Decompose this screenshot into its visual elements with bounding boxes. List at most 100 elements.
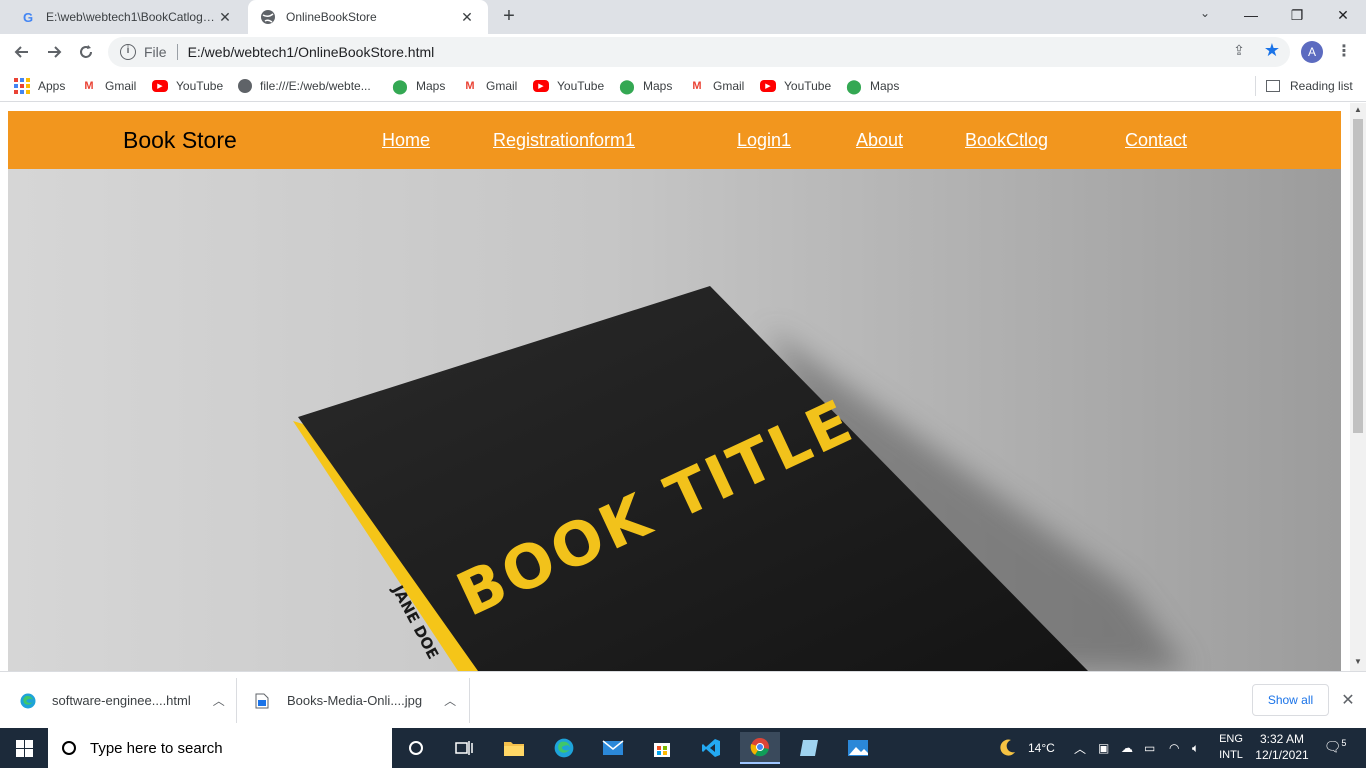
maps-icon: ⬤	[619, 77, 635, 94]
minimize-button[interactable]: —	[1228, 0, 1274, 30]
tray-overflow-chevron-icon[interactable]: ︿	[1074, 728, 1086, 768]
nav-link-registrationform1[interactable]: Registrationform1	[493, 130, 635, 151]
download-item-jpg[interactable]: Books-Media-Onli....jpg ︿	[255, 672, 456, 729]
chrome-icon[interactable]	[740, 732, 780, 764]
bookmark-youtube[interactable]: ▶ YouTube	[533, 76, 604, 96]
system-clock[interactable]: 3:32 AM 12/1/2021	[1252, 731, 1312, 763]
file-explorer-icon[interactable]	[494, 732, 534, 764]
edge-file-icon	[20, 693, 36, 709]
google-g-icon: G	[22, 9, 34, 25]
close-tab-icon[interactable]: ✕	[458, 9, 476, 26]
browser-tab-bookcatlog[interactable]: G E:\web\webtech1\BookCatlog.htm ✕	[8, 0, 246, 34]
share-icon[interactable]: ⇪	[1230, 42, 1248, 60]
restore-button[interactable]: ❐	[1274, 0, 1320, 30]
bookmark-youtube[interactable]: ▶ YouTube	[760, 76, 831, 96]
bookmark-maps[interactable]: ⬤ Maps	[392, 76, 445, 96]
chevron-up-icon[interactable]: ︿	[444, 692, 456, 709]
profile-avatar[interactable]: A	[1301, 41, 1323, 63]
moon-cloud-icon	[1000, 739, 1015, 756]
notification-count: 5	[1341, 738, 1347, 748]
bookmark-gmail[interactable]: M Gmail	[462, 76, 517, 96]
page-scrollbar[interactable]: ▲ ▼	[1350, 103, 1366, 671]
back-arrow-icon[interactable]	[10, 40, 34, 64]
close-tab-icon[interactable]: ✕	[216, 9, 234, 26]
bookmark-label: file:///E:/web/webte...	[260, 79, 371, 93]
address-bar[interactable]: i File E:/web/webtech1/OnlineBookStore.h…	[108, 37, 1290, 67]
gmail-icon: M	[692, 80, 702, 92]
weather-widget[interactable]: 14°C	[996, 728, 1055, 768]
mail-icon[interactable]	[593, 732, 633, 764]
meet-now-icon[interactable]: ▣	[1098, 728, 1109, 768]
onedrive-error-icon[interactable]: ☁	[1121, 728, 1133, 768]
bookmark-label: Gmail	[713, 79, 745, 93]
keyboard-layout: INTL	[1219, 749, 1243, 761]
input-language[interactable]: ENG INTL	[1214, 731, 1248, 763]
scroll-down-arrow-icon[interactable]: ▼	[1350, 657, 1366, 669]
start-button[interactable]	[0, 728, 48, 768]
bookmark-apps[interactable]: Apps	[14, 76, 65, 96]
chevron-up-icon[interactable]: ︿	[213, 692, 225, 709]
bookmark-star-icon[interactable]: ★	[1262, 40, 1282, 60]
page-viewport: Book Store Home Registrationform1 Login1…	[0, 103, 1366, 671]
battery-icon[interactable]: ▭	[1144, 728, 1155, 768]
bookmark-label: Maps	[870, 79, 900, 93]
close-window-button[interactable]: ✕	[1320, 0, 1366, 30]
download-shelf: software-enginee....html ︿ Books-Media-O…	[0, 671, 1366, 728]
forward-arrow-icon[interactable]	[42, 40, 66, 64]
download-item-html[interactable]: software-enginee....html ︿	[20, 672, 225, 729]
search-placeholder: Type here to search	[90, 739, 223, 757]
site-brand: Book Store	[123, 127, 237, 153]
show-all-button[interactable]: Show all	[1252, 684, 1329, 716]
book-illustration: BOOK TITLE JANE DOE	[293, 286, 1188, 671]
notes-app-icon[interactable]	[789, 732, 829, 764]
hero-book-image: BOOK TITLE JANE DOE	[8, 169, 1341, 671]
tab-search-chevron-icon[interactable]: ⌄	[1196, 6, 1214, 26]
store-icon[interactable]	[642, 732, 682, 764]
reload-icon[interactable]	[74, 40, 98, 64]
download-divider	[236, 678, 237, 723]
cortana-icon[interactable]	[396, 732, 436, 764]
edge-icon[interactable]	[544, 732, 584, 764]
close-icon[interactable]: ✕	[1338, 690, 1358, 710]
bookmark-gmail[interactable]: M Gmail	[81, 76, 136, 96]
tab-title: OnlineBookStore	[286, 10, 377, 24]
gmail-icon: M	[84, 80, 94, 92]
tab-strip: G E:\web\webtech1\BookCatlog.htm ✕ Onlin…	[0, 0, 1366, 34]
bookmark-gmail[interactable]: M Gmail	[689, 76, 744, 96]
volume-icon[interactable]: 🔈︎	[1192, 728, 1199, 768]
download-filename: software-enginee....html	[52, 693, 191, 708]
bookmark-file[interactable]: file:///E:/web/webte...	[238, 76, 371, 96]
bookmark-maps[interactable]: ⬤ Maps	[619, 76, 672, 96]
vscode-icon[interactable]	[691, 732, 731, 764]
tab-title: E:\web\webtech1\BookCatlog.htm	[46, 10, 216, 24]
site-info-icon[interactable]: i	[120, 44, 136, 60]
notification-center-icon[interactable]: 🗨︎5	[1322, 738, 1348, 758]
clock-time: 3:32 AM	[1259, 732, 1305, 746]
youtube-icon: ▶	[760, 80, 776, 92]
scroll-up-arrow-icon[interactable]: ▲	[1350, 105, 1366, 117]
nav-link-contact[interactable]: Contact	[1125, 130, 1187, 151]
bookmark-label: Gmail	[486, 79, 518, 93]
bookmark-label: YouTube	[784, 79, 832, 93]
taskbar-search-box[interactable]: Type here to search	[48, 728, 392, 768]
nav-link-home[interactable]: Home	[382, 130, 430, 151]
image-file-icon	[255, 693, 271, 709]
browser-tab-onlinebookstore[interactable]: OnlineBookStore ✕	[248, 0, 488, 34]
new-tab-button[interactable]: +	[498, 6, 520, 28]
bookmark-label: Maps	[643, 79, 673, 93]
nav-link-about[interactable]: About	[856, 130, 903, 151]
maps-icon: ⬤	[392, 77, 408, 94]
scroll-thumb[interactable]	[1353, 119, 1363, 433]
apps-grid-icon	[14, 78, 30, 94]
wifi-icon[interactable]: ◠	[1169, 728, 1179, 768]
bookmark-maps[interactable]: ⬤ Maps	[846, 76, 899, 96]
clock-date: 12/1/2021	[1255, 748, 1309, 762]
menu-kebab-icon[interactable]: ⋮	[1336, 41, 1352, 63]
nav-link-bookctlog[interactable]: BookCtlog	[965, 130, 1048, 151]
url-text: E:/web/webtech1/OnlineBookStore.html	[187, 44, 435, 60]
reading-list-button[interactable]: Reading list	[1266, 76, 1353, 96]
bookmark-youtube[interactable]: ▶ YouTube	[152, 76, 223, 96]
task-view-icon[interactable]	[444, 732, 484, 764]
photos-icon[interactable]	[838, 732, 878, 764]
nav-link-login1[interactable]: Login1	[737, 130, 791, 151]
